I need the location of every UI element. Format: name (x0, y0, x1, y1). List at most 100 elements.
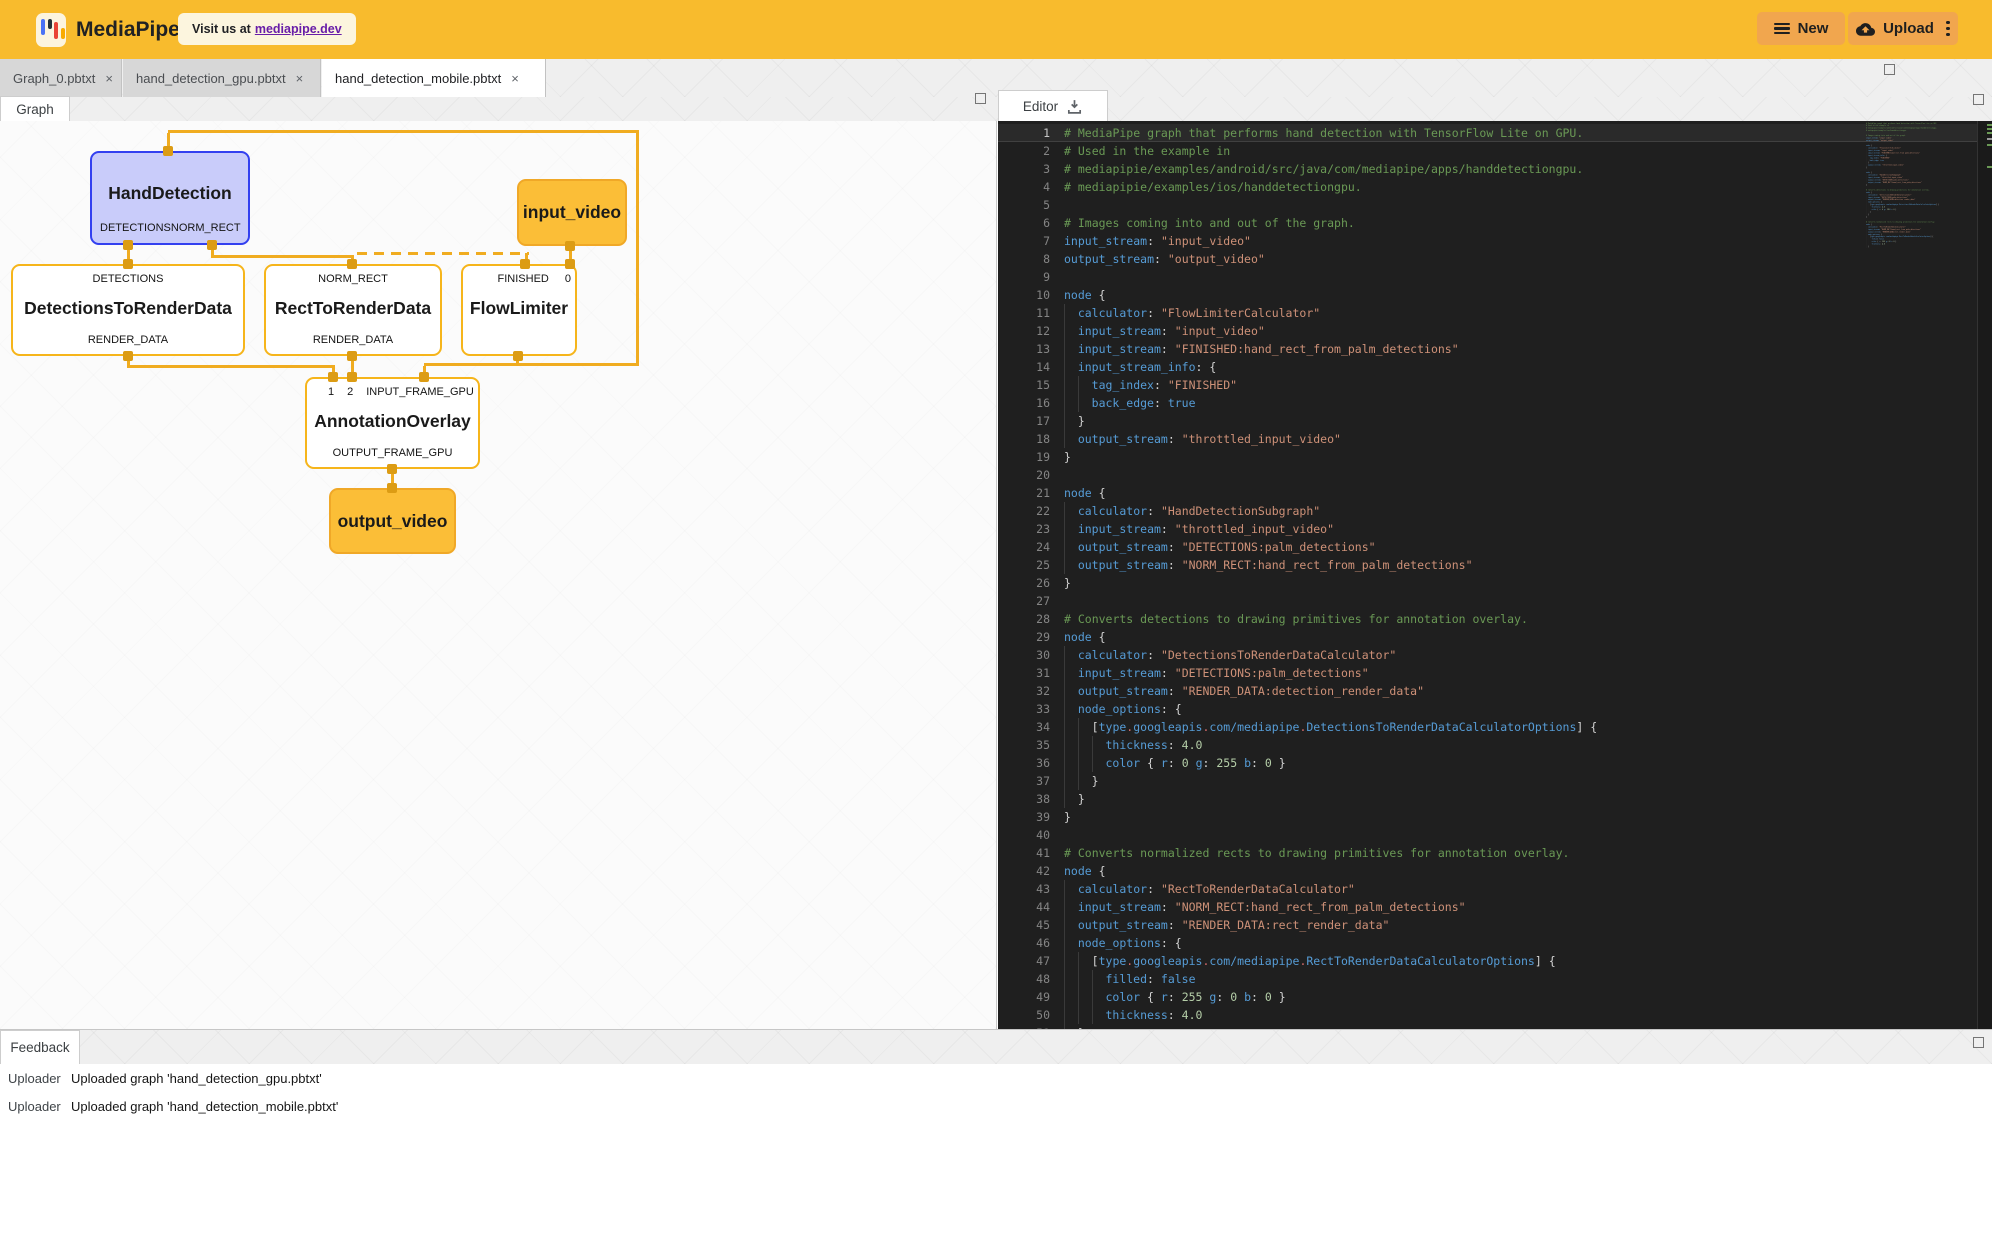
code-line[interactable]: 11 calculator: "FlowLimiterCalculator" (998, 304, 1992, 322)
editor-overview-ruler[interactable] (1977, 121, 1992, 1029)
feedback-source: Uploader (8, 1099, 61, 1114)
line-number: 26 (998, 574, 1064, 592)
code-line[interactable]: 23 input_stream: "throttled_input_video" (998, 520, 1992, 538)
code-line[interactable]: 36 color { r: 0 g: 255 b: 0 } (998, 754, 1992, 772)
code-line[interactable]: 25 output_stream: "NORM_RECT:hand_rect_f… (998, 556, 1992, 574)
line-number: 7 (998, 232, 1064, 250)
close-icon[interactable]: × (105, 72, 113, 85)
code-line[interactable]: 48 filled: false (998, 970, 1992, 988)
code-line[interactable]: 28# Converts detections to drawing primi… (998, 610, 1992, 628)
code-line[interactable]: 6# Images coming into and out of the gra… (998, 214, 1992, 232)
line-number: 47 (998, 952, 1064, 970)
code-line[interactable]: 31 input_stream: "DETECTIONS:palm_detect… (998, 664, 1992, 682)
code-line[interactable]: 16 back_edge: true (998, 394, 1992, 412)
code-line[interactable]: 1# MediaPipe graph that performs hand de… (998, 124, 1992, 142)
expand-editor-panel-icon[interactable] (1973, 94, 1984, 105)
code-line[interactable]: 47 [type.googleapis.com/mediapipe.RectTo… (998, 952, 1992, 970)
code-line[interactable]: 7input_stream: "input_video" (998, 232, 1992, 250)
node-annotation-overlay[interactable]: 1 2 INPUT_FRAME_GPU AnnotationOverlay OU… (305, 377, 480, 469)
code-line[interactable]: 19} (998, 448, 1992, 466)
node-title: HandDetection (92, 183, 248, 204)
code-line[interactable]: 17 } (998, 412, 1992, 430)
code-line[interactable]: 12 input_stream: "input_video" (998, 322, 1992, 340)
code-line[interactable]: 32 output_stream: "RENDER_DATA:detection… (998, 682, 1992, 700)
code-line[interactable]: 21node { (998, 484, 1992, 502)
code-line[interactable]: 30 calculator: "DetectionsToRenderDataCa… (998, 646, 1992, 664)
line-number: 44 (998, 898, 1064, 916)
code-line[interactable]: 2# Used in the example in (998, 142, 1992, 160)
code-line[interactable]: 10node { (998, 286, 1992, 304)
tab-feedback[interactable]: Feedback (0, 1030, 80, 1064)
node-rect-to-render-data[interactable]: NORM_RECT RectToRenderData RENDER_DATA (264, 264, 442, 356)
expand-tabbar-icon[interactable] (1884, 64, 1895, 75)
code-line[interactable]: 18 output_stream: "throttled_input_video… (998, 430, 1992, 448)
code-line[interactable]: 26} (998, 574, 1992, 592)
tab-editor-view[interactable]: Editor (998, 90, 1108, 121)
download-icon[interactable] (1066, 98, 1083, 115)
port-label: NORM_RECT (318, 273, 388, 285)
code-line[interactable]: 34 [type.googleapis.com/mediapipe.Detect… (998, 718, 1992, 736)
upload-button[interactable]: Upload (1848, 12, 1958, 45)
line-number: 29 (998, 628, 1064, 646)
code-line[interactable]: 50 thickness: 4.0 (998, 1006, 1992, 1024)
code-line[interactable]: 51 } (1866, 245, 1970, 247)
code-line[interactable]: 20 (998, 466, 1992, 484)
code-line[interactable]: 38 } (998, 790, 1992, 808)
node-flow-limiter[interactable]: FINISHED 0 FlowLimiter (461, 264, 577, 356)
close-icon[interactable]: × (511, 72, 519, 85)
code-line[interactable]: 45 output_stream: "RENDER_DATA:rect_rend… (998, 916, 1992, 934)
tab-graph-view[interactable]: Graph (0, 96, 70, 121)
code-line[interactable]: 13 input_stream: "FINISHED:hand_rect_fro… (998, 340, 1992, 358)
code-line[interactable]: 27 (998, 592, 1992, 610)
node-input-video[interactable]: input_video (517, 179, 627, 246)
ruler-mark (1987, 138, 1992, 140)
code-line[interactable]: 15 tag_index: "FINISHED" (998, 376, 1992, 394)
code-line[interactable]: 44 input_stream: "NORM_RECT:hand_rect_fr… (998, 898, 1992, 916)
code-line[interactable]: 14 input_stream_info: { (998, 358, 1992, 376)
code-editor[interactable]: 1# MediaPipe graph that performs hand de… (998, 121, 1992, 1029)
code-line[interactable]: 49 color { r: 255 g: 0 b: 0 } (998, 988, 1992, 1006)
close-icon[interactable]: × (296, 72, 304, 85)
expand-graph-panel-icon[interactable] (975, 93, 986, 104)
visit-prefix: Visit us at (192, 22, 251, 36)
graph-canvas[interactable] (0, 121, 997, 1029)
code-line[interactable]: 5 (998, 196, 1992, 214)
code-line[interactable]: 35 thickness: 4.0 (998, 736, 1992, 754)
code-line[interactable]: 43 calculator: "RectToRenderDataCalculat… (998, 880, 1992, 898)
visit-pill: Visit us at mediapipe.dev (178, 13, 356, 45)
code-content[interactable]: 1# MediaPipe graph that performs hand de… (998, 124, 1992, 1029)
line-number: 49 (998, 988, 1064, 1006)
new-button[interactable]: New (1757, 12, 1845, 45)
code-line[interactable]: 33 node_options: { (998, 700, 1992, 718)
code-line[interactable]: 39} (998, 808, 1992, 826)
line-number: 16 (998, 394, 1064, 412)
node-output-video[interactable]: output_video (329, 488, 456, 554)
code-line[interactable]: 46 node_options: { (998, 934, 1992, 952)
code-line[interactable]: 37 } (998, 772, 1992, 790)
line-number: 11 (998, 304, 1064, 322)
code-line[interactable]: 8output_stream: "output_video" (998, 250, 1992, 268)
code-line[interactable]: 24 output_stream: "DETECTIONS:palm_detec… (998, 538, 1992, 556)
more-options-icon[interactable] (1946, 20, 1950, 38)
ruler-mark (1987, 124, 1992, 126)
tab-hand-detection-gpu[interactable]: hand_detection_gpu.pbtxt × (123, 59, 321, 97)
tab-graph-0-pbtxt[interactable]: Graph_0.pbtxt × (0, 59, 122, 97)
code-line[interactable]: 22 calculator: "HandDetectionSubgraph" (998, 502, 1992, 520)
code-line[interactable]: 4# mediapipie/examples/ios/handdetection… (998, 178, 1992, 196)
tab-label: hand_detection_gpu.pbtxt (136, 71, 286, 86)
code-line[interactable]: 3# mediapipie/examples/android/src/java/… (998, 160, 1992, 178)
tab-hand-detection-mobile[interactable]: hand_detection_mobile.pbtxt × (322, 59, 546, 97)
editor-minimap[interactable]: 1# MediaPipe graph that performs hand de… (1866, 122, 1976, 422)
code-line[interactable]: 42node { (998, 862, 1992, 880)
code-line[interactable]: 41# Converts normalized rects to drawing… (998, 844, 1992, 862)
mediapipe-dev-link[interactable]: mediapipe.dev (255, 22, 342, 36)
code-line[interactable]: 29node { (998, 628, 1992, 646)
line-number: 28 (998, 610, 1064, 628)
port (565, 241, 575, 251)
code-line[interactable]: 9 (998, 268, 1992, 286)
expand-feedback-panel-icon[interactable] (1973, 1037, 1984, 1048)
line-number: 33 (998, 700, 1064, 718)
node-hand-detection[interactable]: HandDetection DETECTIONS NORM_RECT (90, 151, 250, 245)
node-detections-to-render-data[interactable]: DETECTIONS DetectionsToRenderData RENDER… (11, 264, 245, 356)
code-line[interactable]: 40 (998, 826, 1992, 844)
